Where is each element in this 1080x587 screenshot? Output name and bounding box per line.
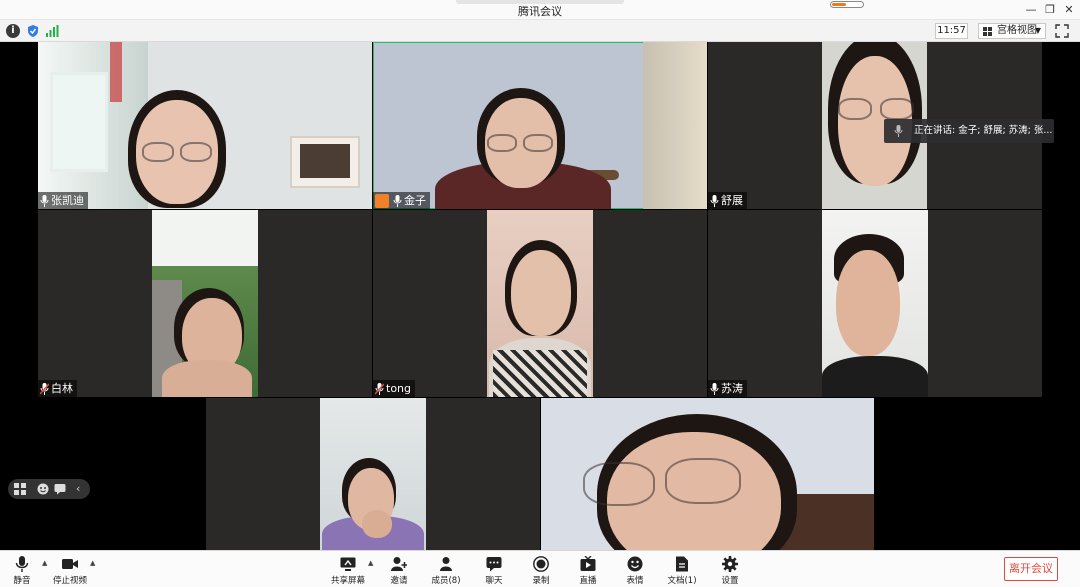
- members-icon: [440, 557, 452, 571]
- participant-name: 白林: [51, 382, 73, 395]
- video-tile[interactable]: 苏涛: [708, 210, 1042, 397]
- fullscreen-icon[interactable]: [1055, 24, 1069, 38]
- floating-mini-toolbar: ‹: [8, 479, 90, 499]
- participant-name: tong: [386, 382, 411, 395]
- network-status-icon: [830, 1, 864, 8]
- signal-icon[interactable]: [45, 24, 59, 38]
- meeting-info-bar: i 11:57 宫格视图 ▼: [0, 20, 1080, 42]
- shield-icon[interactable]: [26, 24, 40, 38]
- documents-button[interactable]: 文档(1): [660, 554, 704, 586]
- mic-muted-icon: [375, 382, 384, 395]
- leave-meeting-button[interactable]: 离开会议: [1004, 557, 1058, 581]
- view-mode-label: 宫格视图: [997, 25, 1037, 36]
- gear-icon: [722, 556, 738, 572]
- video-tile[interactable]: [206, 398, 540, 550]
- mic-icon: [710, 194, 719, 207]
- chevron-down-icon: ▼: [1034, 26, 1041, 35]
- grid-icon: [983, 27, 992, 36]
- participant-label: 白林: [38, 380, 77, 397]
- mic-icon: [710, 382, 719, 395]
- participant-name: 张凯迪: [51, 194, 84, 207]
- share-options-caret-icon[interactable]: ▲: [368, 559, 373, 567]
- video-tile[interactable]: [541, 398, 874, 550]
- meeting-timer: 11:57: [935, 23, 968, 39]
- record-button[interactable]: 录制: [519, 554, 563, 586]
- participant-name: 金子: [404, 194, 426, 207]
- emoji-icon: [627, 556, 643, 572]
- chat-icon: [486, 557, 502, 572]
- live-stream-button[interactable]: 直播: [566, 554, 610, 586]
- mic-icon: [393, 194, 402, 207]
- mic-muted-icon: [40, 382, 49, 395]
- video-tile-active-speaker[interactable]: 金子: [373, 42, 707, 209]
- participant-label: tong: [373, 380, 415, 397]
- record-icon: [533, 556, 549, 572]
- emoji-icon[interactable]: [37, 483, 49, 495]
- document-icon: [676, 556, 688, 572]
- minimize-button[interactable]: —: [1022, 2, 1040, 18]
- host-badge-icon: [375, 193, 389, 208]
- collapse-chevron-icon[interactable]: ‹: [76, 483, 88, 495]
- video-tile[interactable]: 张凯迪: [38, 42, 372, 209]
- share-screen-button[interactable]: 共享屏幕: [326, 554, 370, 586]
- mic-icon: [40, 194, 49, 207]
- stop-video-button[interactable]: 停止视频: [48, 554, 92, 586]
- chat-button[interactable]: 聊天: [472, 554, 516, 586]
- view-mode-select[interactable]: 宫格视图 ▼: [978, 23, 1046, 39]
- participant-label: 苏涛: [708, 380, 747, 397]
- mute-options-caret-icon[interactable]: ▲: [42, 559, 47, 567]
- chat-bubble-icon[interactable]: [54, 483, 66, 495]
- settings-button[interactable]: 设置: [708, 554, 752, 586]
- bottom-toolbar: 静音 ▲ 停止视频 ▲ 共享屏幕 ▲ 邀请 成员(8) 聊天 录制 直播 表情 …: [0, 550, 1080, 587]
- speaking-text: 正在讲话: 金子; 舒展; 苏涛; 张...: [914, 125, 1053, 136]
- members-button[interactable]: 成员(8): [424, 554, 468, 586]
- video-options-caret-icon[interactable]: ▲: [90, 559, 95, 567]
- mute-button[interactable]: 静音: [0, 554, 44, 586]
- participant-label: 金子: [373, 192, 430, 209]
- video-tile[interactable]: tong: [373, 210, 707, 397]
- close-button[interactable]: ✕: [1060, 2, 1078, 18]
- participant-name: 苏涛: [721, 382, 743, 395]
- info-icon[interactable]: i: [6, 24, 20, 38]
- participant-label: 张凯迪: [38, 192, 88, 209]
- window-title: 腾讯会议: [518, 5, 562, 18]
- share-screen-icon: [340, 557, 356, 571]
- participant-name: 舒展: [721, 194, 743, 207]
- invite-button[interactable]: 邀请: [377, 554, 421, 586]
- reactions-button[interactable]: 表情: [613, 554, 657, 586]
- camera-icon: [62, 559, 78, 569]
- mic-icon: [894, 125, 903, 137]
- live-stream-icon: [580, 556, 596, 571]
- add-user-icon: [391, 557, 407, 571]
- speaking-indicator: 正在讲话: 金子; 舒展; 苏涛; 张...: [884, 119, 1054, 143]
- microphone-icon: [15, 556, 29, 572]
- restore-button[interactable]: ❐: [1041, 2, 1059, 18]
- video-tile[interactable]: 白林: [38, 210, 372, 397]
- layout-icon[interactable]: [14, 483, 26, 495]
- title-bar: 腾讯会议 — ❐ ✕: [0, 0, 1080, 20]
- participant-label: 舒展: [708, 192, 747, 209]
